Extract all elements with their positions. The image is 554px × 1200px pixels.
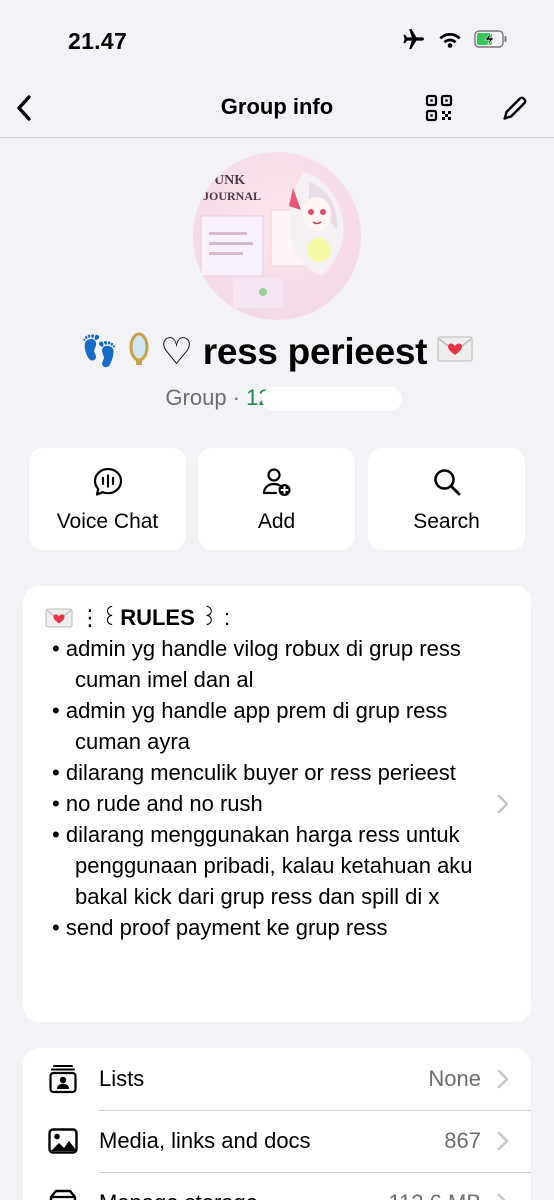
group-description-card[interactable]: ⋮꒰ RULES ꒱ : • admin yg handle vilog rob… — [23, 586, 531, 1022]
storage-icon — [49, 1189, 77, 1200]
status-icons — [402, 28, 508, 50]
rule-item: • admin yg handle vilog robux di grup re… — [52, 636, 461, 692]
group-info-list: Lists None Media, links and docs 867 Man… — [23, 1048, 531, 1200]
battery-charging-icon — [474, 30, 507, 48]
rules-title-prefix: ⋮꒰ — [79, 605, 119, 630]
lists-value: None — [428, 1066, 481, 1091]
love-letter-icon — [45, 608, 73, 627]
love-letter-icon — [437, 336, 473, 362]
rule-item: • no rude and no rush — [52, 791, 263, 816]
add-label: Add — [257, 510, 296, 533]
group-type-label: Group · — [165, 385, 247, 410]
media-label: Media, links and docs — [99, 1128, 311, 1153]
media-count: 867 — [444, 1128, 481, 1153]
chevron-right-icon — [497, 1193, 506, 1200]
group-description: ⋮꒰ RULES ꒱ : • admin yg handle vilog rob… — [45, 602, 495, 943]
voice-chat-icon — [93, 467, 122, 496]
group-avatar[interactable]: JUNK JOURNAL — [193, 152, 361, 320]
add-member-button[interactable]: Add — [198, 448, 355, 550]
add-person-icon — [262, 468, 290, 496]
rules-heading: ⋮꒰ RULES ꒱ : — [45, 602, 495, 633]
wifi-icon — [439, 33, 461, 48]
group-name: 👣 ♡ ress perieest — [0, 330, 554, 373]
rules-title-suffix: ꒱ : — [200, 605, 231, 630]
svg-text:JUNK: JUNK — [207, 173, 245, 188]
lists-row[interactable]: Lists None — [23, 1048, 531, 1110]
lists-label: Lists — [99, 1066, 145, 1091]
rule-text: admin yg handle app prem di grup ress cu… — [65, 698, 448, 754]
heart-icon: ♡ — [159, 331, 193, 372]
navigation-bar: Group info — [0, 78, 554, 138]
rule-text: dilarang menculik buyer or ress perieest — [65, 760, 456, 785]
page-title: Group info — [220, 94, 334, 119]
chevron-right-icon — [497, 1069, 509, 1089]
rule-text: dilarang menggunakan harga ress untuk pe… — [65, 822, 473, 909]
airplane-icon — [403, 29, 424, 49]
qr-code-icon — [425, 94, 453, 122]
voice-chat-label: Voice Chat — [56, 510, 159, 533]
media-icon — [48, 1128, 78, 1154]
pencil-icon — [503, 96, 527, 120]
edit-button[interactable] — [499, 92, 531, 124]
lists-icon — [49, 1065, 77, 1094]
manage-storage-label: Manage storage — [99, 1190, 258, 1200]
status-time: 21.47 — [68, 28, 128, 54]
svg-text:JOURNAL: JOURNAL — [203, 189, 261, 203]
rule-text: no rude and no rush — [65, 791, 263, 816]
chevron-right-icon — [497, 1131, 509, 1151]
search-label: Search — [413, 510, 480, 533]
rule-item: • dilarang menculik buyer or ress periee… — [52, 760, 456, 785]
rule-item: • dilarang menggunakan harga ress untuk … — [52, 822, 473, 909]
rule-text: admin yg handle vilog robux di grup ress… — [65, 636, 461, 692]
mirror-icon — [129, 332, 149, 365]
search-icon — [433, 469, 460, 496]
rules-title: RULES — [120, 605, 195, 630]
chevron-right-icon — [497, 794, 509, 814]
rule-item: • admin yg handle app prem di grup ress … — [52, 698, 448, 754]
rule-item: • send proof payment ke grup ress — [52, 915, 388, 940]
qr-code-button[interactable] — [423, 92, 455, 124]
redaction-overlay — [262, 387, 402, 411]
feet-emoji-icon: 👣 — [80, 335, 118, 368]
group-name-text: ress perieest — [202, 331, 428, 372]
media-links-docs-row[interactable]: Media, links and docs 867 — [23, 1110, 531, 1172]
status-bar: 21.47 — [0, 0, 554, 78]
manage-storage-row[interactable]: Manage storage 112,6 MB — [23, 1172, 531, 1200]
voice-chat-button[interactable]: Voice Chat — [29, 448, 186, 550]
search-button[interactable]: Search — [368, 448, 525, 550]
storage-size: 112,6 MB — [388, 1190, 481, 1200]
group-avatar-image: JUNK JOURNAL — [193, 152, 361, 320]
rule-text: send proof payment ke grup ress — [65, 915, 388, 940]
